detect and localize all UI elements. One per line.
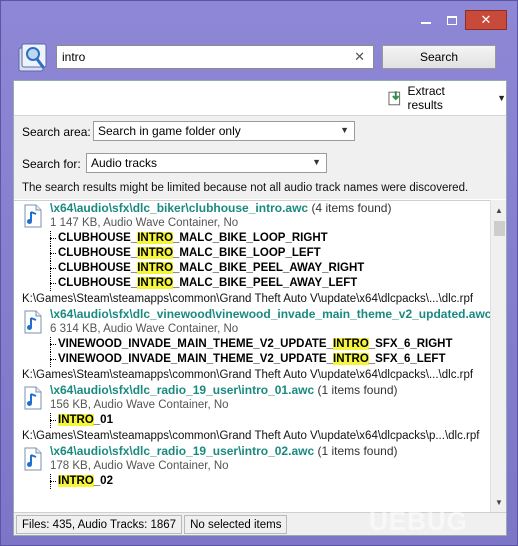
audio-file-icon: [24, 447, 42, 471]
track-name-match: INTRO: [58, 414, 94, 426]
result-meta: 156 KB, Audio Wave Container, No: [50, 399, 229, 411]
app-logo-icon: [18, 43, 47, 72]
track-name-prefix: VINEWOOD_INVADE_MAIN_THEME_V2_UPDATE_: [58, 353, 333, 365]
result-group[interactable]: \x64\audio\sfx\dlc_biker\clubhouse_intro…: [14, 201, 490, 307]
search-button[interactable]: Search: [382, 45, 496, 69]
app-window: ✕ ✕ Search Extract results ▼ Search area…: [0, 0, 518, 546]
maximize-button[interactable]: [439, 10, 465, 30]
audio-file-icon: [24, 310, 42, 334]
scroll-down-icon[interactable]: ▼: [491, 494, 507, 510]
track-name-match: INTRO: [333, 338, 369, 350]
close-button[interactable]: ✕: [465, 10, 507, 30]
track-item[interactable]: VINEWOOD_INVADE_MAIN_THEME_V2_UPDATE_INT…: [50, 352, 490, 367]
track-name-match: INTRO: [58, 475, 94, 487]
result-meta: 1 147 KB, Audio Wave Container, No: [50, 217, 239, 229]
search-area-value: Search in game folder only: [98, 124, 241, 138]
result-path-text: \x64\audio\sfx\dlc_vinewood\vinewood_inv…: [50, 307, 490, 321]
window-controls: ✕: [413, 10, 507, 30]
track-name-match: INTRO: [137, 277, 174, 289]
track-name-suffix: _SFX_6_LEFT: [368, 353, 446, 365]
main-panel: Extract results ▼ Search area: Search in…: [13, 80, 507, 536]
track-name-prefix: CLUBHOUSE_: [58, 247, 138, 259]
extract-icon: [388, 91, 401, 106]
track-name-prefix: VINEWOOD_INVADE_MAIN_THEME_V2_UPDATE_: [58, 338, 333, 350]
track-item[interactable]: VINEWOOD_INVADE_MAIN_THEME_V2_UPDATE_INT…: [50, 337, 490, 352]
result-path-text: \x64\audio\sfx\dlc_radio_19_user\intro_0…: [50, 383, 315, 397]
chevron-down-icon[interactable]: ▼: [497, 93, 506, 103]
track-name-match: INTRO: [137, 262, 174, 274]
results-list[interactable]: \x64\audio\sfx\dlc_biker\clubhouse_intro…: [14, 200, 490, 512]
extract-results-label: Extract results: [407, 84, 445, 112]
search-options: Search area: Search in game folder only …: [14, 116, 506, 199]
results-scrollbar[interactable]: ▲ ▼: [490, 200, 506, 512]
track-name-suffix: _SFX_6_RIGHT: [368, 338, 453, 350]
track-name-prefix: CLUBHOUSE_: [58, 277, 138, 289]
track-name-match: INTRO: [137, 247, 174, 259]
minimize-icon: [421, 22, 431, 24]
chevron-down-icon: ▼: [340, 125, 349, 135]
search-area-label: Search area:: [22, 125, 91, 139]
search-for-select[interactable]: Audio tracks ▼: [86, 153, 327, 173]
track-name-suffix: _01: [93, 414, 113, 426]
result-location: K:\Games\Steam\steamapps\common\Grand Th…: [22, 293, 474, 305]
status-selection: No selected items: [184, 514, 288, 534]
track-name-match: INTRO: [137, 232, 174, 244]
search-input[interactable]: [62, 50, 347, 64]
result-count: (4 items found): [311, 201, 392, 215]
result-path[interactable]: \x64\audio\sfx\dlc_radio_19_user\intro_0…: [50, 444, 490, 459]
track-item[interactable]: CLUBHOUSE_INTRO_MALC_BIKE_PEEL_AWAY_RIGH…: [50, 261, 490, 276]
result-group[interactable]: \x64\audio\sfx\dlc_radio_19_user\intro_0…: [14, 383, 490, 444]
result-group[interactable]: \x64\audio\sfx\dlc_vinewood\vinewood_inv…: [14, 307, 490, 383]
track-name-match: INTRO: [333, 353, 369, 365]
scroll-thumb[interactable]: [494, 221, 505, 236]
track-item[interactable]: CLUBHOUSE_INTRO_MALC_BIKE_PEEL_AWAY_LEFT: [50, 276, 490, 291]
result-meta: 178 KB, Audio Wave Container, No: [50, 460, 229, 472]
track-item[interactable]: CLUBHOUSE_INTRO_MALC_BIKE_LOOP_RIGHT: [50, 231, 490, 246]
track-name-suffix: _MALC_BIKE_LOOP_LEFT: [173, 247, 321, 259]
track-item[interactable]: INTRO_01: [50, 413, 490, 428]
track-item[interactable]: CLUBHOUSE_INTRO_MALC_BIKE_LOOP_LEFT: [50, 246, 490, 261]
minimize-button[interactable]: [413, 10, 439, 30]
audio-file-icon: [24, 204, 42, 228]
result-group[interactable]: \x64\audio\sfx\dlc_radio_19_user\intro_0…: [14, 444, 490, 489]
track-name-prefix: CLUBHOUSE_: [58, 232, 138, 244]
track-name-suffix: _MALC_BIKE_LOOP_RIGHT: [173, 232, 328, 244]
result-path[interactable]: \x64\audio\sfx\dlc_biker\clubhouse_intro…: [50, 201, 490, 216]
chevron-down-icon: ▼: [312, 157, 321, 167]
search-for-label: Search for:: [22, 157, 81, 171]
result-path-text: \x64\audio\sfx\dlc_radio_19_user\intro_0…: [50, 444, 315, 458]
search-field: ✕: [56, 45, 374, 69]
track-name-suffix: _02: [93, 475, 113, 487]
close-icon: ✕: [480, 12, 492, 27]
track-name-prefix: CLUBHOUSE_: [58, 262, 138, 274]
track-name-suffix: _MALC_BIKE_PEEL_AWAY_RIGHT: [173, 262, 365, 274]
extract-results-button[interactable]: Extract results ▼: [388, 84, 506, 112]
result-count: (1 items found): [317, 383, 398, 397]
clear-search-icon[interactable]: ✕: [354, 49, 365, 65]
result-path-text: \x64\audio\sfx\dlc_biker\clubhouse_intro…: [50, 201, 309, 215]
scroll-up-icon[interactable]: ▲: [491, 202, 507, 218]
search-note: The search results might be limited beca…: [22, 182, 469, 194]
result-location: K:\Games\Steam\steamapps\common\Grand Th…: [22, 369, 474, 381]
search-for-value: Audio tracks: [91, 156, 158, 170]
result-location: K:\Games\Steam\steamapps\common\Grand Th…: [22, 430, 480, 442]
result-count: (1 items found): [317, 444, 398, 458]
result-path[interactable]: \x64\audio\sfx\dlc_vinewood\vinewood_inv…: [50, 307, 490, 322]
track-name-suffix: _MALC_BIKE_PEEL_AWAY_LEFT: [173, 277, 358, 289]
status-file-count: Files: 435, Audio Tracks: 1867: [16, 514, 183, 534]
results-toolbar: Extract results ▼: [14, 81, 506, 114]
maximize-icon: [447, 15, 457, 25]
search-area-select[interactable]: Search in game folder only ▼: [93, 121, 355, 141]
watermark-logo: UEBUG: [369, 506, 468, 536]
track-item[interactable]: INTRO_02: [50, 474, 490, 489]
audio-file-icon: [24, 386, 42, 410]
result-meta: 6 314 KB, Audio Wave Container, No: [50, 323, 239, 335]
result-path[interactable]: \x64\audio\sfx\dlc_radio_19_user\intro_0…: [50, 383, 490, 398]
